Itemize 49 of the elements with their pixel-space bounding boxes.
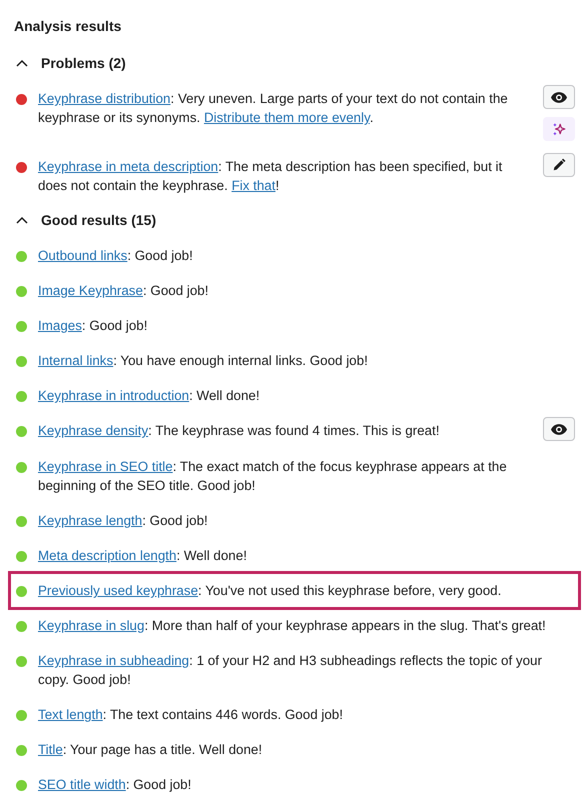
result-link[interactable]: Keyphrase distribution: [38, 91, 170, 106]
result-text: Image Keyphrase: Good job!: [38, 282, 210, 300]
chevron-up-icon: [16, 59, 28, 67]
result-text: Meta description length: Well done!: [38, 547, 248, 565]
edit-button[interactable]: [543, 153, 575, 177]
result-text: Images: Good job!: [38, 317, 148, 335]
result-link[interactable]: Keyphrase in SEO title: [38, 459, 173, 474]
result-text: Keyphrase length: Good job!: [38, 512, 209, 530]
result-link[interactable]: SEO title width: [38, 777, 126, 792]
sparkle-icon: [552, 122, 566, 136]
result-link[interactable]: Keyphrase length: [38, 513, 142, 528]
result-text: Keyphrase in meta description: The meta description has been specified, but it does not contain the keyphrase. Fix that!: [38, 158, 504, 195]
result-link[interactable]: Keyphrase in meta description: [38, 159, 218, 174]
result-text: Internal links: You have enough internal links. Good job!: [38, 352, 369, 370]
result-link[interactable]: Previously used keyphrase: [38, 583, 198, 598]
result-text: Outbound links: Good job!: [38, 247, 194, 265]
result-text: Keyphrase in subheading: 1 of your H2 and H3 subheadings reflects the topic of your copy. Good job!: [38, 652, 543, 689]
result-text: Keyphrase in introduction: Well done!: [38, 387, 261, 405]
result-link[interactable]: Image Keyphrase: [38, 283, 143, 298]
section-toggle[interactable]: Good results (15): [14, 210, 156, 230]
eye-button[interactable]: [543, 85, 575, 109]
result-link[interactable]: Images: [38, 318, 82, 333]
result-text: Title: Your page has a title. Well done!: [38, 741, 264, 759]
sparkle-button[interactable]: [543, 117, 575, 141]
eye-button[interactable]: [543, 417, 575, 441]
result-text: SEO title width: Good job!: [38, 776, 192, 794]
result-link[interactable]: Meta description length: [38, 548, 176, 563]
result-link[interactable]: Title: [38, 742, 63, 757]
result-link[interactable]: Distribute them more evenly: [204, 110, 370, 125]
eye-icon: [551, 424, 567, 434]
result-link[interactable]: Outbound links: [38, 248, 128, 263]
result-link[interactable]: Keyphrase density: [38, 423, 148, 438]
result-link[interactable]: Internal links: [38, 353, 114, 368]
result-text: Keyphrase distribution: Very uneven. Large parts of your text do not contain the keyphrase or its synonyms. Distribute them more evenly.: [38, 90, 509, 127]
result-text: Keyphrase in slug: More than half of your keyphrase appears in the slug. That's great!: [38, 617, 547, 635]
panel-title: Analysis results: [14, 17, 122, 36]
pencil-icon: [552, 158, 566, 172]
result-text: Keyphrase density: The keyphrase was found 4 times. This is great!: [38, 422, 440, 440]
result-text: Previously used keyphrase: You've not used this keyphrase before, very good.: [38, 582, 502, 600]
eye-icon: [551, 92, 567, 102]
result-link[interactable]: Keyphrase in subheading: [38, 653, 190, 668]
result-link[interactable]: Text length: [38, 707, 103, 722]
chevron-up-icon: [16, 216, 28, 224]
section-toggle[interactable]: Problems (2): [14, 53, 126, 73]
result-text: Keyphrase in SEO title: The exact match of the focus keyphrase appears at the beginning of the SEO title. Good job!: [38, 458, 508, 495]
result-link[interactable]: Keyphrase in introduction: [38, 388, 190, 403]
result-text: Text length: The text contains 446 words. Good job!: [38, 706, 344, 724]
result-link[interactable]: Fix that: [232, 178, 276, 193]
result-link[interactable]: Keyphrase in slug: [38, 618, 144, 633]
